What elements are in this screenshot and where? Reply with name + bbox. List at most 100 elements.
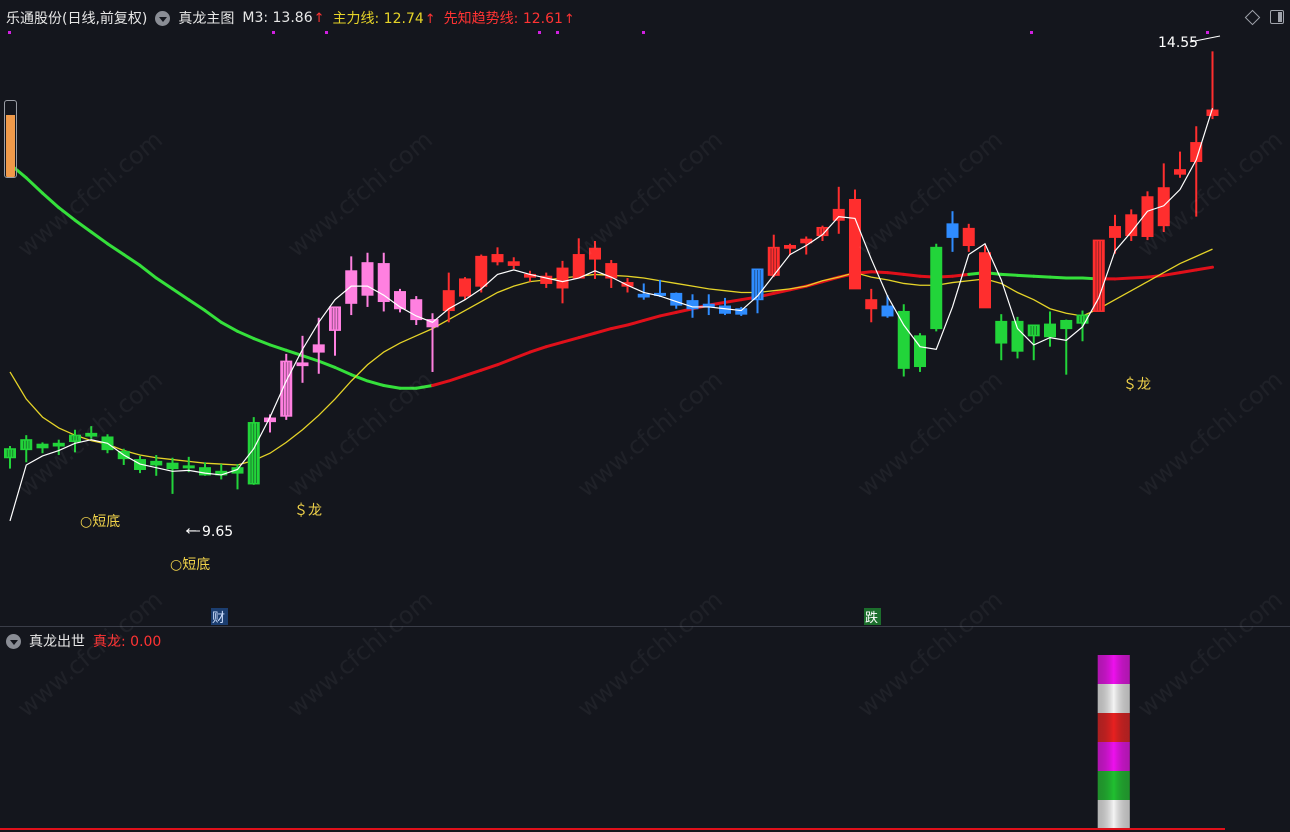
candle-body — [312, 344, 325, 353]
panel-toggle-icon[interactable] — [1270, 10, 1284, 24]
candle-body — [1109, 226, 1121, 238]
trend-line-segment — [951, 272, 971, 278]
candle — [1109, 214, 1121, 254]
candle — [312, 317, 325, 374]
trend-line-segment — [1129, 275, 1149, 280]
candle — [280, 353, 293, 420]
zhuli-value: 主力线: 12.74↑ — [332, 11, 436, 27]
high-price-label: 14.55 — [1158, 35, 1198, 51]
candle-body — [296, 362, 309, 367]
signal-dot — [556, 31, 559, 34]
candle — [459, 277, 471, 300]
candle-body — [1011, 320, 1024, 352]
candle — [166, 457, 179, 494]
candle-body — [1206, 109, 1219, 116]
badge-die: 跌 — [865, 610, 878, 626]
signal-dot — [272, 31, 275, 34]
trend-line-segment — [317, 359, 337, 369]
diamond-icon[interactable] — [1244, 9, 1261, 26]
m3-value: M3: 13.86↑ — [242, 10, 325, 26]
short-bottom-label: ○短底 — [170, 557, 210, 573]
candle-body — [361, 262, 374, 296]
signal-dot — [1206, 31, 1209, 34]
stock-title[interactable]: 乐通股份(日线,前复权) — [6, 8, 147, 28]
trend-line-segment — [528, 345, 548, 354]
candle — [442, 272, 455, 323]
trend-line-segment — [1048, 275, 1068, 280]
candle-body — [962, 227, 975, 247]
candle — [524, 270, 536, 282]
candle — [637, 283, 650, 300]
candle — [654, 279, 666, 297]
candle-body — [507, 261, 520, 266]
trend-line-segment — [561, 336, 581, 344]
candle — [930, 243, 943, 332]
trend-line-segment — [609, 323, 629, 331]
signal-dot — [8, 31, 11, 34]
candle — [995, 314, 1008, 361]
trend-line-segment — [544, 340, 564, 349]
candle-body — [182, 465, 195, 469]
trend-line-segment — [902, 272, 922, 278]
trend-line-segment — [1016, 273, 1036, 278]
trend-line-segment — [593, 327, 613, 335]
candle-body — [637, 293, 650, 298]
signal-bar-shade — [1097, 684, 1130, 713]
trend-line-segment — [1032, 274, 1052, 279]
low-price-label: 9.65 — [202, 524, 233, 540]
candle-body — [166, 462, 179, 470]
candle-body — [394, 291, 406, 310]
candle-body — [491, 254, 504, 263]
trend-line-segment — [122, 253, 142, 267]
candle — [491, 247, 504, 266]
candle-body — [832, 208, 845, 221]
candle-body — [784, 245, 796, 249]
trend-line-segment — [999, 272, 1019, 277]
trend-line-segment — [1162, 271, 1182, 277]
candle-body — [459, 278, 471, 297]
low-arrow-icon: ← — [186, 524, 197, 539]
candle-body — [897, 310, 910, 369]
trend-line-segment — [674, 307, 694, 314]
up-arrow-icon: ↑ — [563, 12, 575, 27]
vertical-scroll-handle[interactable] — [4, 100, 17, 178]
candle — [865, 288, 878, 323]
xianzhi-value: 先知趋势线: 12.61↑ — [443, 11, 575, 27]
trend-line-segment — [447, 374, 467, 383]
candle-body — [572, 254, 585, 279]
trend-line-segment — [203, 309, 223, 324]
main-chart-panel[interactable]: 14.55 ← 9.65 ○短底 ○短底 ＄龙 ＄龙财 跌 乐通股份(日线,前复权) 真龙主图… — [0, 0, 1290, 626]
signal-bar-shade — [1097, 655, 1130, 684]
trend-line-segment — [479, 363, 499, 372]
candlestick-chart[interactable]: 14.55 ← 9.65 ○短底 ○短底 ＄龙 ＄龙财 跌 — [0, 0, 1290, 626]
trend-line-segment — [252, 337, 272, 347]
candle — [20, 435, 33, 463]
candle-body — [1174, 169, 1186, 175]
candle — [816, 225, 829, 242]
candle — [914, 333, 926, 372]
candle — [735, 306, 748, 316]
candle — [605, 259, 618, 288]
candle — [832, 186, 845, 234]
trend-line-segment — [658, 310, 678, 318]
candle — [1060, 319, 1073, 375]
candle-body — [1044, 323, 1056, 338]
trend-line-segment — [577, 331, 597, 340]
candle — [410, 296, 423, 325]
candle — [946, 211, 959, 252]
candle-body — [475, 255, 488, 287]
candle — [897, 304, 910, 377]
candle — [329, 306, 341, 356]
candle-body — [36, 443, 49, 449]
top-right-icons — [1244, 9, 1284, 26]
signal-dot — [325, 31, 328, 34]
candle — [1044, 311, 1056, 347]
signal-dot — [538, 31, 541, 34]
candle-body — [345, 270, 358, 304]
chevron-down-icon[interactable] — [6, 633, 21, 649]
chevron-down-icon[interactable] — [155, 10, 171, 26]
signal-dot — [642, 31, 645, 34]
indicator-name[interactable]: 真龙主图 — [178, 8, 234, 28]
candle — [1174, 151, 1186, 178]
trend-line-segment — [642, 314, 662, 322]
